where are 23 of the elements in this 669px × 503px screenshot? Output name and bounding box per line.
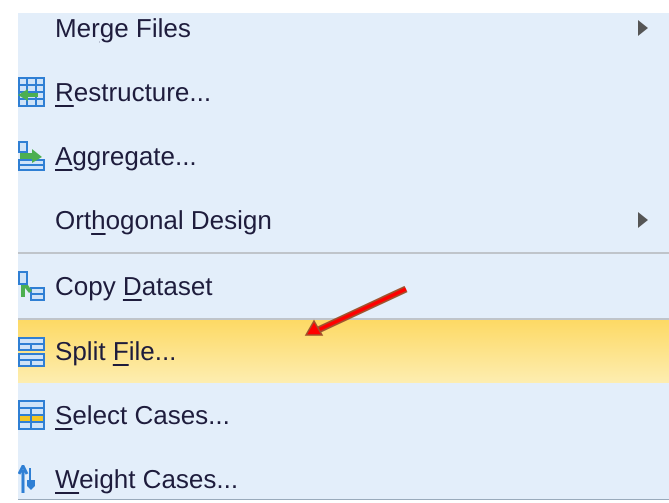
menu-item-label: Aggregate... — [55, 140, 197, 172]
table-arrow-icon — [18, 141, 45, 171]
menu-item-label: Weight Cases... — [55, 464, 238, 494]
menu-item[interactable]: Merge Files — [18, 13, 669, 60]
menu-item-label: Select Cases... — [55, 400, 230, 430]
menu-item-label: Orthogonal Design — [55, 204, 272, 236]
menu-item-label: Split File... — [55, 336, 176, 367]
table-arrow-icon — [18, 77, 45, 107]
menu-item-label: Merge Files — [55, 13, 191, 44]
menu-item[interactable]: Weight Cases... — [18, 447, 669, 499]
menu-item[interactable]: Split File... — [18, 318, 669, 383]
menu-item-label: Copy Dataset — [55, 270, 213, 302]
menu-item[interactable]: Orthogonal Design — [18, 188, 669, 252]
table-icon — [18, 400, 45, 430]
menu-item-label: Restructure... — [55, 76, 212, 108]
copy-table-icon — [18, 271, 45, 301]
menu-item[interactable]: Restructure... — [18, 60, 669, 124]
split-table-icon — [18, 336, 45, 366]
menu-item[interactable]: Select Cases... — [18, 383, 669, 447]
submenu-arrow-icon — [637, 212, 649, 228]
weight-arrow-icon — [18, 465, 35, 493]
submenu-arrow-icon — [637, 20, 649, 36]
menu-item[interactable]: Aggregate... — [18, 124, 669, 188]
